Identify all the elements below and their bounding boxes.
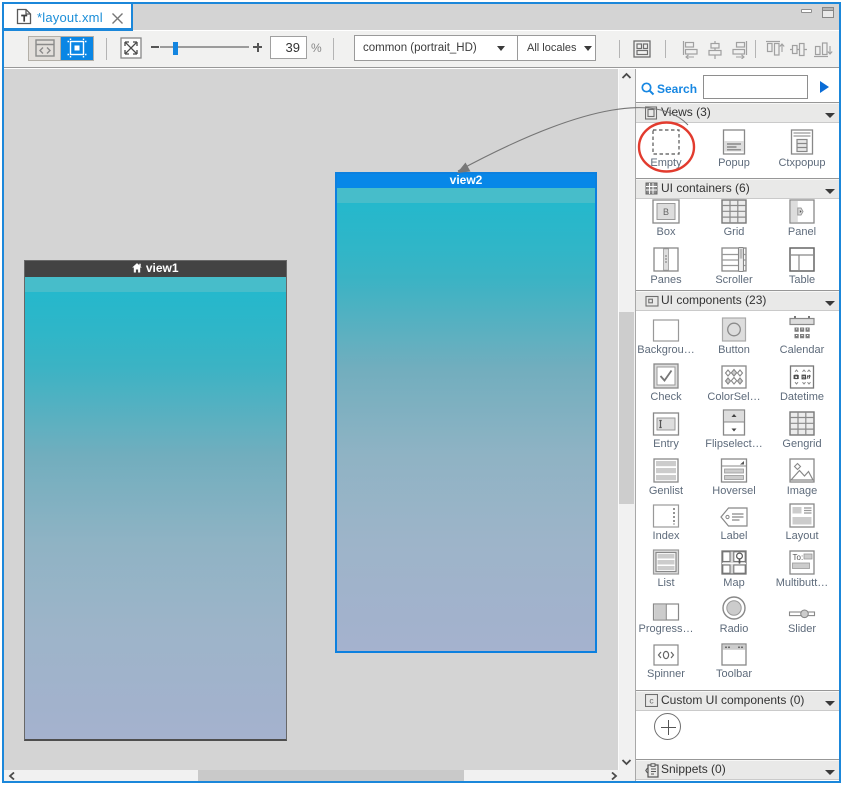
svg-text:B: B bbox=[663, 207, 669, 217]
svg-text:To:: To: bbox=[793, 553, 804, 562]
svg-text:c: c bbox=[649, 696, 654, 706]
